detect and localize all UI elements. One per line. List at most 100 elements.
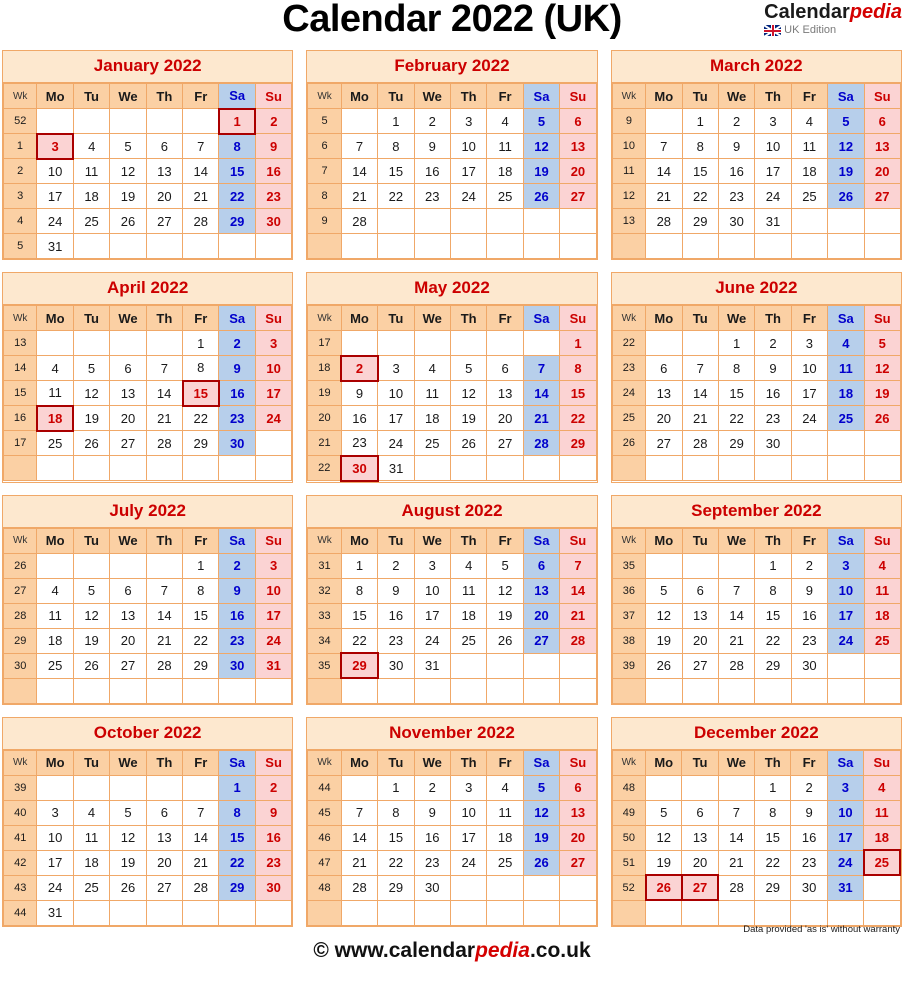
day-cell[interactable]: 2 bbox=[790, 552, 829, 579]
day-cell[interactable]: 8 bbox=[754, 799, 792, 826]
day-cell[interactable]: 21 bbox=[182, 183, 220, 209]
day-cell[interactable]: 29 bbox=[754, 652, 792, 679]
day-cell[interactable]: 25 bbox=[449, 627, 488, 654]
day-cell[interactable]: 16 bbox=[218, 380, 256, 406]
day-cell[interactable]: 3 bbox=[254, 552, 293, 579]
day-cell[interactable]: 25 bbox=[72, 208, 111, 234]
day-cell[interactable]: 24 bbox=[254, 405, 293, 431]
day-cell[interactable]: 16 bbox=[254, 158, 293, 184]
day-cell[interactable]: 19 bbox=[109, 183, 147, 209]
day-cell[interactable]: 10 bbox=[254, 577, 293, 604]
day-cell[interactable]: 14 bbox=[681, 380, 719, 406]
day-cell[interactable]: 3 bbox=[377, 355, 415, 381]
day-cell[interactable]: 11 bbox=[36, 602, 74, 629]
day-cell[interactable]: 5 bbox=[109, 133, 147, 159]
day-cell[interactable]: 22 bbox=[681, 183, 719, 209]
day-cell[interactable]: 10 bbox=[36, 158, 74, 184]
day-cell[interactable]: 27 bbox=[109, 652, 147, 679]
day-cell[interactable]: 19 bbox=[645, 627, 683, 654]
day-cell[interactable]: 20 bbox=[486, 405, 524, 431]
day-cell[interactable]: 8 bbox=[218, 133, 256, 159]
day-cell[interactable]: 8 bbox=[681, 133, 719, 159]
day-cell[interactable]: 5 bbox=[827, 108, 865, 134]
day-cell[interactable]: 6 bbox=[681, 799, 719, 826]
day-cell[interactable]: 11 bbox=[72, 824, 111, 851]
day-cell[interactable]: 5 bbox=[863, 330, 902, 356]
day-cell[interactable]: 2 bbox=[717, 108, 756, 134]
day-cell[interactable]: 1 bbox=[717, 330, 756, 356]
day-cell[interactable]: 23 bbox=[413, 183, 451, 209]
day-cell[interactable]: 20 bbox=[863, 158, 902, 184]
day-cell[interactable]: 22 bbox=[182, 405, 220, 431]
day-cell[interactable]: 4 bbox=[486, 774, 524, 801]
day-cell[interactable]: 22 bbox=[377, 849, 415, 876]
day-cell[interactable]: 8 bbox=[340, 577, 379, 604]
day-cell[interactable]: 28 bbox=[645, 208, 683, 234]
day-cell[interactable]: 26 bbox=[486, 627, 524, 654]
day-cell[interactable]: 10 bbox=[377, 380, 415, 406]
day-cell[interactable]: 13 bbox=[145, 824, 184, 851]
day-cell[interactable]: 21 bbox=[340, 183, 379, 209]
day-cell[interactable]: 28 bbox=[145, 430, 184, 456]
day-cell[interactable]: 29 bbox=[717, 430, 756, 456]
day-cell[interactable]: 25 bbox=[486, 183, 524, 209]
day-cell[interactable]: 14 bbox=[182, 824, 220, 851]
day-cell[interactable]: 17 bbox=[449, 824, 488, 851]
day-cell[interactable]: 31 bbox=[413, 652, 451, 679]
day-cell[interactable]: 7 bbox=[340, 799, 379, 826]
day-cell[interactable]: 3 bbox=[413, 552, 451, 579]
day-cell[interactable]: 3 bbox=[254, 330, 293, 356]
day-cell[interactable]: 13 bbox=[109, 602, 147, 629]
day-cell[interactable]: 8 bbox=[377, 133, 415, 159]
day-cell[interactable]: 11 bbox=[863, 577, 902, 604]
day-cell[interactable]: 15 bbox=[377, 158, 415, 184]
day-cell[interactable]: 18 bbox=[863, 824, 901, 851]
day-cell[interactable]: 17 bbox=[754, 158, 792, 184]
day-cell[interactable]: 10 bbox=[413, 577, 451, 604]
day-cell[interactable]: 16 bbox=[218, 602, 256, 629]
day-cell[interactable]: 18 bbox=[36, 627, 74, 654]
day-cell[interactable]: 18 bbox=[72, 183, 111, 209]
day-cell[interactable]: 9 bbox=[340, 380, 379, 406]
day-cell[interactable]: 19 bbox=[449, 405, 488, 431]
day-cell[interactable]: 2 bbox=[254, 774, 293, 801]
day-cell[interactable]: 4 bbox=[449, 552, 488, 579]
day-cell[interactable]: 20 bbox=[645, 405, 683, 431]
day-cell[interactable]: 23 bbox=[254, 183, 293, 209]
day-cell[interactable]: 23 bbox=[218, 405, 256, 431]
day-cell[interactable]: 30 bbox=[218, 430, 256, 456]
day-cell[interactable]: 1 bbox=[754, 774, 792, 801]
day-cell[interactable]: 8 bbox=[377, 799, 415, 826]
day-cell[interactable]: 11 bbox=[486, 799, 524, 826]
day-cell[interactable]: 7 bbox=[340, 133, 379, 159]
day-cell[interactable]: 16 bbox=[377, 602, 415, 629]
day-cell[interactable]: 1 bbox=[182, 552, 220, 579]
day-cell[interactable]: 27 bbox=[681, 652, 719, 679]
day-cell[interactable]: 28 bbox=[717, 874, 756, 901]
day-cell[interactable]: 22 bbox=[717, 405, 756, 431]
day-cell[interactable]: 27 bbox=[559, 183, 597, 209]
holiday-day-cell[interactable]: 15 bbox=[181, 379, 220, 407]
day-cell[interactable]: 26 bbox=[522, 849, 561, 876]
day-cell[interactable]: 15 bbox=[340, 602, 379, 629]
day-cell[interactable]: 6 bbox=[109, 355, 147, 381]
day-cell[interactable]: 1 bbox=[754, 552, 792, 579]
day-cell[interactable]: 20 bbox=[681, 627, 719, 654]
day-cell[interactable]: 15 bbox=[182, 602, 220, 629]
day-cell[interactable]: 21 bbox=[681, 405, 719, 431]
day-cell[interactable]: 12 bbox=[109, 824, 147, 851]
day-cell[interactable]: 12 bbox=[72, 602, 111, 629]
day-cell[interactable]: 5 bbox=[72, 577, 111, 604]
day-cell[interactable]: 4 bbox=[72, 799, 111, 826]
day-cell[interactable]: 9 bbox=[413, 133, 451, 159]
day-cell[interactable]: 20 bbox=[109, 627, 147, 654]
day-cell[interactable]: 1 bbox=[377, 108, 415, 134]
day-cell[interactable]: 15 bbox=[377, 824, 415, 851]
day-cell[interactable]: 4 bbox=[486, 108, 524, 134]
day-cell[interactable]: 2 bbox=[377, 552, 415, 579]
day-cell[interactable]: 9 bbox=[790, 799, 828, 826]
day-cell[interactable]: 18 bbox=[449, 602, 488, 629]
day-cell[interactable]: 5 bbox=[72, 355, 111, 381]
day-cell[interactable]: 7 bbox=[145, 355, 184, 381]
day-cell[interactable]: 19 bbox=[645, 849, 683, 876]
